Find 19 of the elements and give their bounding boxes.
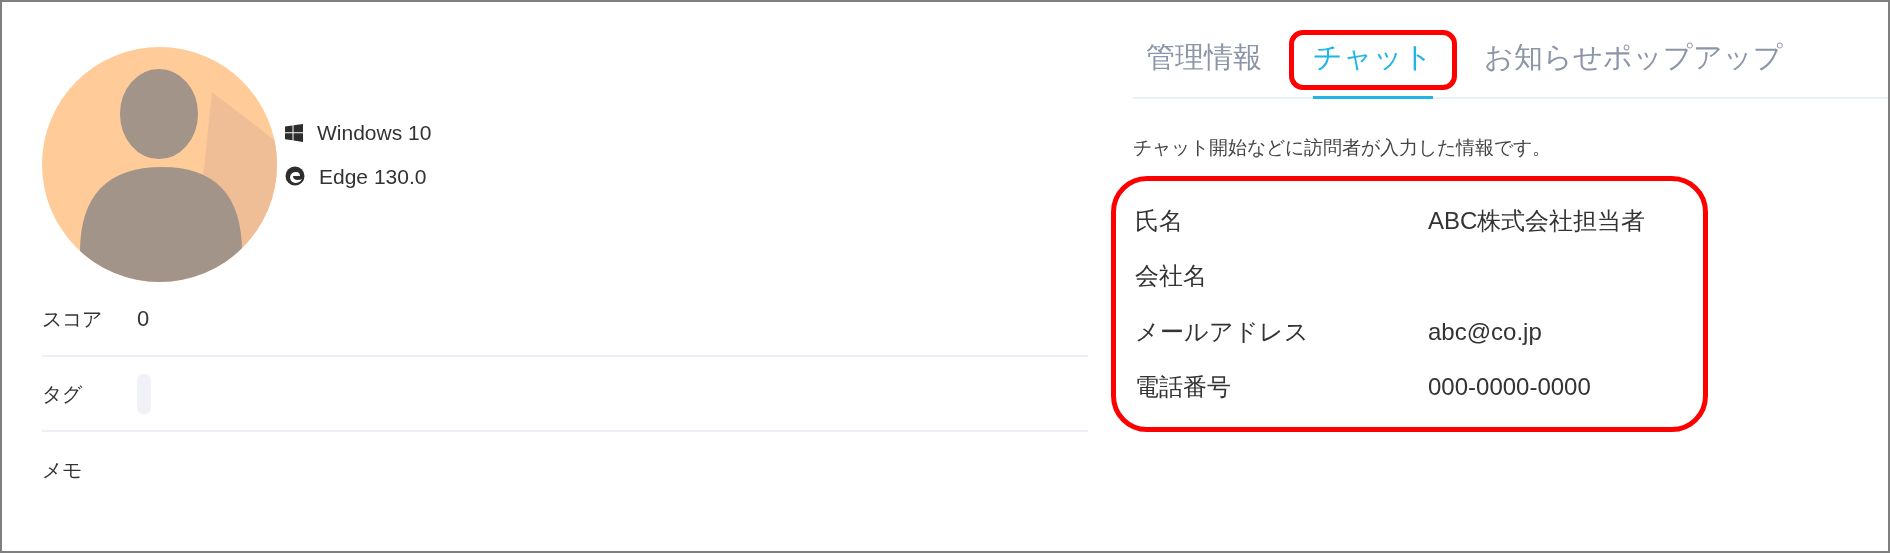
info-value: abc@co.jp — [1428, 316, 1542, 347]
info-label: メールアドレス — [1135, 316, 1310, 347]
tab[interactable]: チャット — [1313, 26, 1433, 99]
field-label: メモ — [42, 457, 83, 483]
tab[interactable]: 管理情報 — [1146, 26, 1262, 99]
browser-label: Edge 130.0 — [319, 163, 427, 190]
windows-icon — [285, 123, 303, 142]
os-label: Windows 10 — [317, 120, 432, 146]
info-label: 会社名 — [1135, 261, 1208, 292]
info-label: 電話番号 — [1135, 372, 1232, 403]
field-label: スコア — [42, 306, 103, 332]
tab[interactable]: お知らせポップアップ — [1484, 26, 1783, 99]
field-label: タグ — [42, 381, 83, 407]
browser-icon — [285, 166, 305, 187]
info-value: ABC株式会社担当者 — [1428, 205, 1646, 236]
info-value: 000-0000-0000 — [1428, 372, 1591, 403]
info-label: 氏名 — [1135, 205, 1184, 236]
description-text: チャット開始などに訪問者が入力した情報です。 — [1133, 135, 1552, 160]
field-value: 0 — [137, 305, 150, 333]
